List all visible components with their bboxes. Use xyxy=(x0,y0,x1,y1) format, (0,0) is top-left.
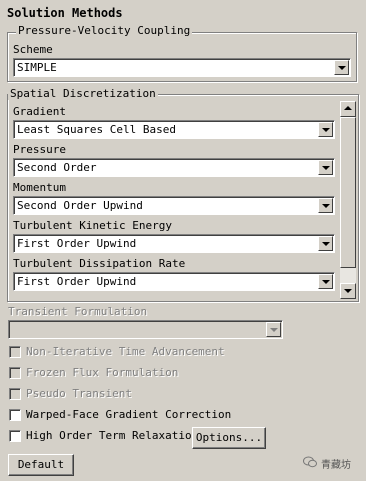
chevron-down-icon[interactable] xyxy=(318,274,333,289)
pv-coupling-legend: Pressure-Velocity Coupling xyxy=(16,24,193,37)
gradient-dropdown[interactable]: Least Squares Cell Based xyxy=(13,120,335,139)
pressure-dropdown[interactable]: Second Order xyxy=(13,158,335,177)
momentum-label: Momentum xyxy=(13,181,66,194)
chevron-down-icon[interactable] xyxy=(318,198,333,213)
spatial-scrollbar[interactable] xyxy=(339,101,356,299)
tke-value: First Order Upwind xyxy=(17,237,137,250)
wechat-icon xyxy=(303,456,317,468)
watermark-text: 青藏坊 xyxy=(321,460,351,471)
scroll-down-button[interactable] xyxy=(340,283,356,299)
scheme-label: Scheme xyxy=(13,43,53,56)
tdr-value: First Order Upwind xyxy=(17,275,137,288)
tdr-label: Turbulent Dissipation Rate xyxy=(13,257,186,270)
transient-formulation-dropdown[interactable] xyxy=(8,320,283,339)
panel-title: Solution Methods xyxy=(7,6,123,20)
gradient-value: Least Squares Cell Based xyxy=(17,123,176,136)
momentum-value: Second Order Upwind xyxy=(17,199,143,212)
warped-face-label: Warped-Face Gradient Correction xyxy=(26,408,232,421)
tdr-dropdown[interactable]: First Order Upwind xyxy=(13,272,335,291)
pressure-value: Second Order xyxy=(17,161,97,174)
chevron-down-icon[interactable] xyxy=(318,160,333,175)
scheme-value: SIMPLE xyxy=(17,61,57,74)
non-iterative-label: Non-Iterative Time Advancement xyxy=(26,345,225,358)
default-button[interactable]: Default xyxy=(8,454,74,476)
chevron-down-icon[interactable] xyxy=(318,236,333,251)
non-iterative-checkbox[interactable] xyxy=(9,346,21,358)
frozen-flux-label: Frozen Flux Formulation xyxy=(26,366,179,379)
tke-label: Turbulent Kinetic Energy xyxy=(13,219,172,232)
high-order-relaxation-checkbox[interactable] xyxy=(9,430,21,442)
tke-dropdown[interactable]: First Order Upwind xyxy=(13,234,335,253)
chevron-down-icon[interactable] xyxy=(318,122,333,137)
options-button[interactable]: Options... xyxy=(192,427,266,449)
scheme-dropdown[interactable]: SIMPLE xyxy=(13,58,351,77)
chevron-down-icon[interactable] xyxy=(334,60,349,75)
frozen-flux-checkbox[interactable] xyxy=(9,367,21,379)
scroll-thumb[interactable] xyxy=(340,117,356,268)
high-order-relaxation-label: High Order Term Relaxation xyxy=(26,429,199,442)
transient-formulation-label: Transient Formulation xyxy=(8,305,148,318)
gradient-label: Gradient xyxy=(13,105,66,118)
pseudo-transient-label: Pseudo Transient xyxy=(26,387,132,400)
pressure-label: Pressure xyxy=(13,143,66,156)
spatial-discretization-legend: Spatial Discretization xyxy=(8,87,158,100)
chevron-down-icon[interactable] xyxy=(266,322,281,337)
pseudo-transient-checkbox[interactable] xyxy=(9,388,21,400)
scroll-up-button[interactable] xyxy=(340,101,356,117)
warped-face-checkbox[interactable] xyxy=(9,409,21,421)
momentum-dropdown[interactable]: Second Order Upwind xyxy=(13,196,335,215)
